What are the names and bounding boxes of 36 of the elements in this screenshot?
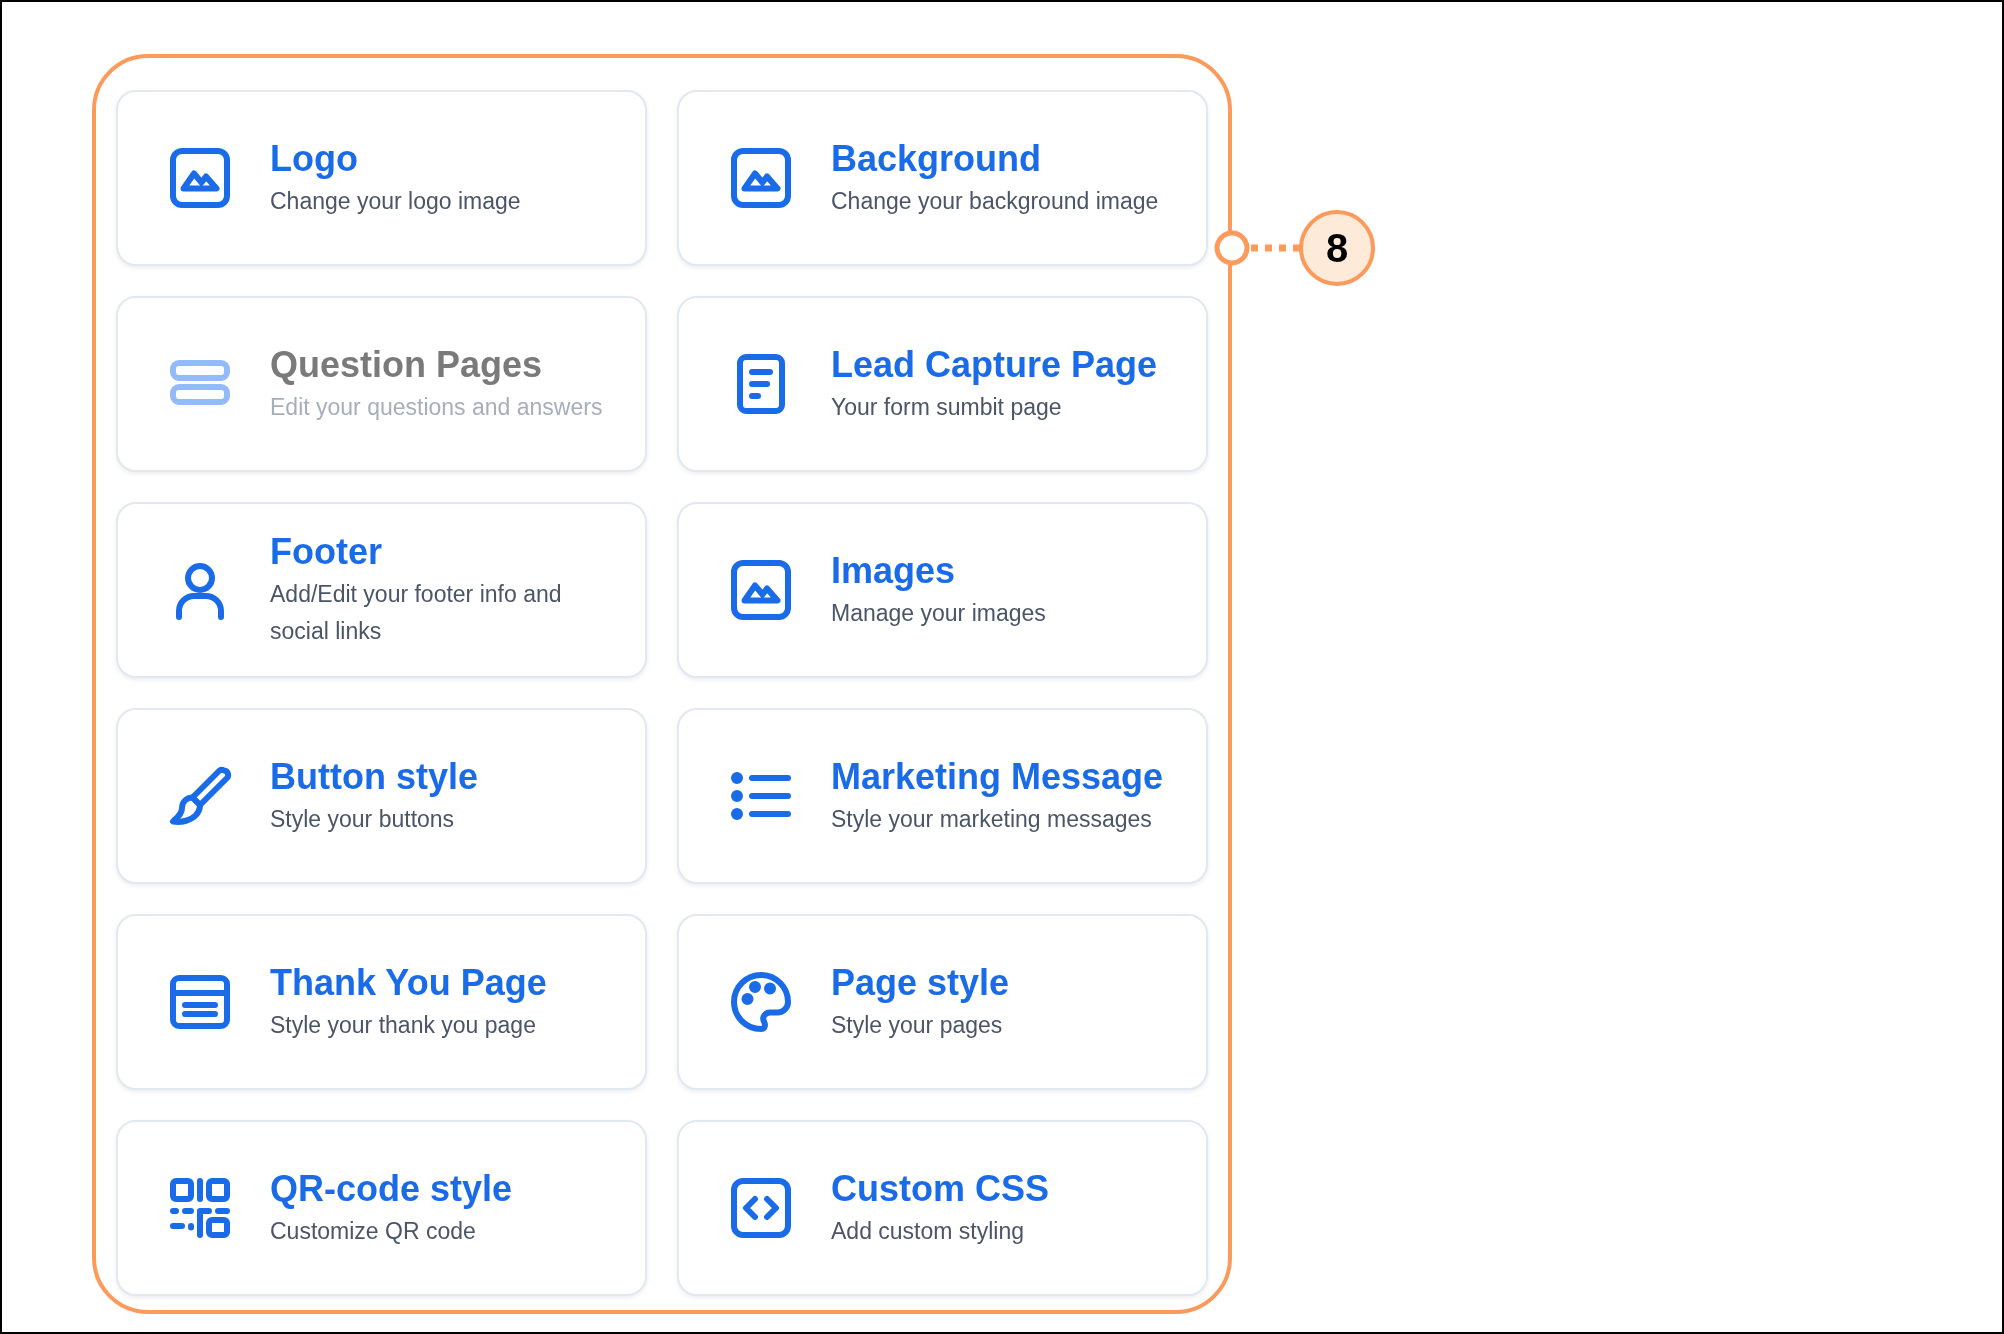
settings-card[interactable]: Footer Add/Edit your footer info and social links bbox=[116, 502, 647, 678]
card-description: Manage your images bbox=[831, 598, 1046, 628]
card-description: Add/Edit your footer info and social links bbox=[270, 580, 563, 646]
settings-card[interactable]: Logo Change your logo image bbox=[116, 90, 647, 266]
card-description: Change your background image bbox=[831, 186, 1159, 216]
settings-card[interactable]: Images Manage your images bbox=[677, 502, 1208, 678]
card-title: Custom CSS bbox=[831, 1166, 1050, 1211]
card-description: Customize QR code bbox=[270, 1216, 477, 1246]
settings-card[interactable]: Marketing Message Style your marketing messages bbox=[677, 708, 1208, 884]
settings-card[interactable]: Custom CSS Add custom styling bbox=[677, 1120, 1208, 1296]
settings-card[interactable]: Button style Style your buttons bbox=[116, 708, 647, 884]
card-description: Style your buttons bbox=[270, 804, 456, 834]
card-title: Thank You Page bbox=[270, 960, 547, 1005]
card-description: Add custom styling bbox=[831, 1216, 1026, 1246]
step-badge: 8 bbox=[1299, 210, 1375, 286]
card-title: QR-code style bbox=[270, 1166, 513, 1211]
card-title: Logo bbox=[270, 136, 359, 181]
card-title: Page style bbox=[831, 960, 1010, 1005]
card-description: Your form sumbit page bbox=[831, 392, 1063, 422]
card-description: Edit your questions and answers bbox=[270, 392, 603, 422]
settings-card[interactable]: Lead Capture Page Your form sumbit page bbox=[677, 296, 1208, 472]
card-description: Change your logo image bbox=[270, 186, 521, 216]
settings-card[interactable]: Background Change your background image bbox=[677, 90, 1208, 266]
card-description: Style your marketing messages bbox=[831, 804, 1153, 834]
settings-card[interactable]: Thank You Page Style your thank you page bbox=[116, 914, 647, 1090]
card-title: Question Pages bbox=[270, 342, 544, 387]
settings-card[interactable]: Page style Style your pages bbox=[677, 914, 1208, 1090]
card-title: Marketing Message bbox=[831, 754, 1164, 799]
card-title: Footer bbox=[270, 530, 383, 574]
card-title: Background bbox=[831, 136, 1043, 181]
card-title: Images bbox=[831, 548, 957, 593]
card-title: Button style bbox=[270, 754, 478, 799]
settings-card[interactable]: QR-code style Customize QR code bbox=[116, 1120, 647, 1296]
card-description: Style your thank you page bbox=[270, 1010, 537, 1040]
card-title: Lead Capture Page bbox=[831, 342, 1158, 387]
card-description: Style your pages bbox=[831, 1010, 1004, 1040]
